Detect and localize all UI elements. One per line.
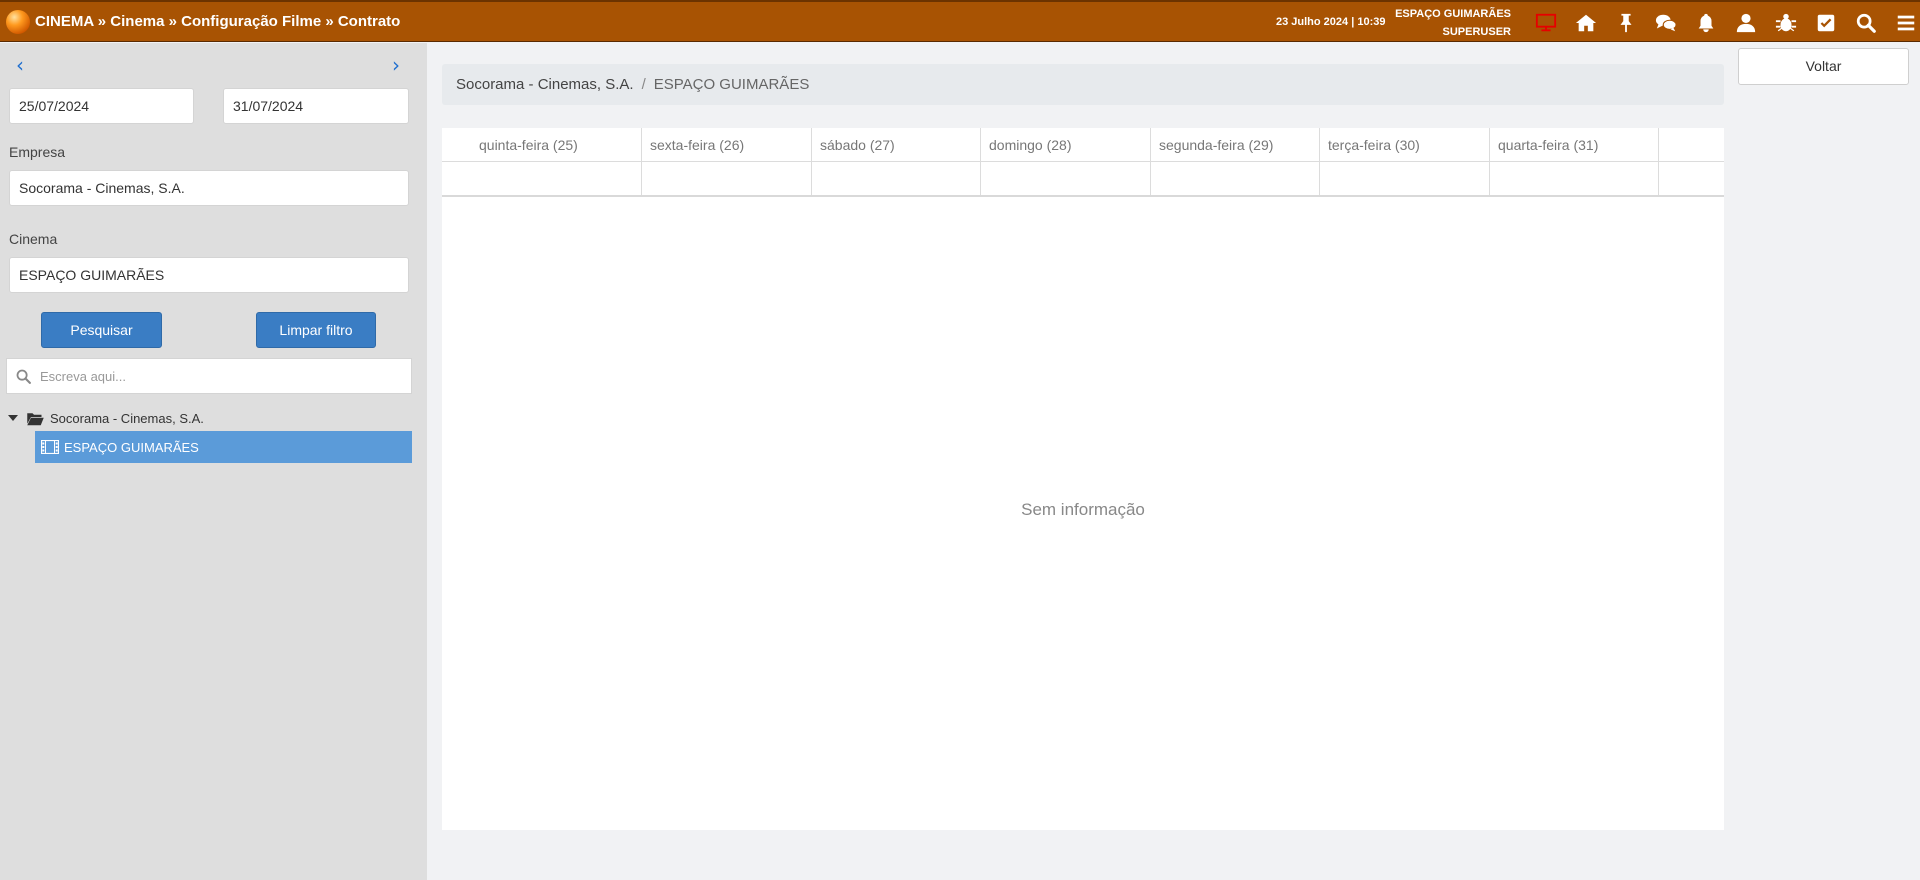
search-icon[interactable] xyxy=(1846,10,1886,36)
divider xyxy=(442,195,1724,197)
monitor-icon[interactable] xyxy=(1526,10,1566,36)
user-icon[interactable] xyxy=(1726,10,1766,36)
day-column-wednesday: quarta-feira (31) xyxy=(1490,128,1659,196)
day-column-extra xyxy=(1659,128,1724,196)
day-column-thursday: quinta-feira (25) xyxy=(442,128,642,196)
search-icon xyxy=(16,369,31,384)
tree-filter-box xyxy=(6,358,412,394)
menu-icon[interactable] xyxy=(1886,10,1920,36)
breadcrumb-cinema: ESPAÇO GUIMARÃES xyxy=(653,76,810,93)
header-breadcrumb[interactable]: CINEMA » Cinema » Configuração Filme » C… xyxy=(35,13,400,30)
empresa-field[interactable]: Socorama - Cinemas, S.A. xyxy=(9,170,409,206)
caret-down-icon[interactable] xyxy=(8,415,18,421)
pin-icon[interactable] xyxy=(1606,10,1646,36)
filter-sidebar: ‹ › 25/07/2024 31/07/2024 Empresa Socora… xyxy=(0,43,427,880)
main-content: Socorama - Cinemas, S.A. / ESPAÇO GUIMARÃE… xyxy=(442,64,1724,830)
date-to-field[interactable]: 31/07/2024 xyxy=(223,88,409,124)
content-breadcrumb: Socorama - Cinemas, S.A. / ESPAÇO GUIMARÃE… xyxy=(442,64,1724,105)
date-from-field[interactable]: 25/07/2024 xyxy=(9,88,194,124)
tree-item-cinema-selected[interactable]: ESPAÇO GUIMARÃES xyxy=(35,431,412,463)
day-column-friday: sexta-feira (26) xyxy=(642,128,812,196)
chat-icon[interactable] xyxy=(1646,10,1686,36)
clear-filter-button[interactable]: Limpar filtro xyxy=(256,312,376,348)
home-icon[interactable] xyxy=(1566,10,1606,36)
cinema-field[interactable]: ESPAÇO GUIMARÃES xyxy=(9,257,409,293)
app-logo[interactable] xyxy=(6,10,30,34)
day-header[interactable]: segunda-feira (29) xyxy=(1151,128,1319,162)
tree-item-company-label: Socorama - Cinemas, S.A. xyxy=(50,410,204,426)
empresa-label: Empresa xyxy=(9,144,66,160)
cinema-label: Cinema xyxy=(9,231,58,247)
week-days-header: quinta-feira (25) sexta-feira (26) sábad… xyxy=(442,128,1724,197)
search-button[interactable]: Pesquisar xyxy=(41,312,162,348)
day-header[interactable]: quinta-feira (25) xyxy=(442,128,641,162)
user-location: ESPAÇO GUIMARÃES xyxy=(1395,8,1511,20)
breadcrumb-separator: / xyxy=(641,76,646,93)
day-column-saturday: sábado (27) xyxy=(812,128,981,196)
back-button[interactable]: Voltar xyxy=(1738,48,1909,85)
bell-icon[interactable] xyxy=(1686,10,1726,36)
day-header[interactable]: sexta-feira (26) xyxy=(642,128,811,162)
previous-week-chevron-icon[interactable]: ‹ xyxy=(10,55,30,75)
tree-filter-input[interactable] xyxy=(40,359,400,393)
empty-state-message: Sem informação xyxy=(1021,500,1145,519)
header-toolbar xyxy=(1526,10,1920,36)
day-header[interactable]: quarta-feira (31) xyxy=(1490,128,1658,162)
tree-item-cinema-label: ESPAÇO GUIMARÃES xyxy=(64,439,199,455)
next-week-chevron-icon[interactable]: › xyxy=(386,55,406,75)
day-header-empty xyxy=(1659,128,1724,162)
day-header[interactable]: sábado (27) xyxy=(812,128,980,162)
bug-icon[interactable] xyxy=(1766,10,1806,36)
user-info: ESPAÇO GUIMARÃES SUPERUSER xyxy=(1395,5,1511,41)
tree-item-company[interactable]: Socorama - Cinemas, S.A. xyxy=(6,407,204,429)
day-header[interactable]: terça-feira (30) xyxy=(1320,128,1489,162)
film-icon xyxy=(41,440,59,454)
user-name: SUPERUSER xyxy=(1442,26,1511,38)
week-schedule-panel: quinta-feira (25) sexta-feira (26) sábad… xyxy=(442,128,1724,830)
breadcrumb-company[interactable]: Socorama - Cinemas, S.A. xyxy=(456,76,634,93)
day-column-monday: segunda-feira (29) xyxy=(1151,128,1320,196)
day-column-sunday: domingo (28) xyxy=(981,128,1151,196)
checkbox-icon[interactable] xyxy=(1806,10,1846,36)
day-header[interactable]: domingo (28) xyxy=(981,128,1150,162)
folder-open-icon xyxy=(27,412,44,425)
day-column-tuesday: terça-feira (30) xyxy=(1320,128,1490,196)
top-bar: CINEMA » Cinema » Configuração Filme » C… xyxy=(0,0,1920,42)
header-datetime: 23 Julho 2024 | 10:39 xyxy=(1276,16,1386,28)
